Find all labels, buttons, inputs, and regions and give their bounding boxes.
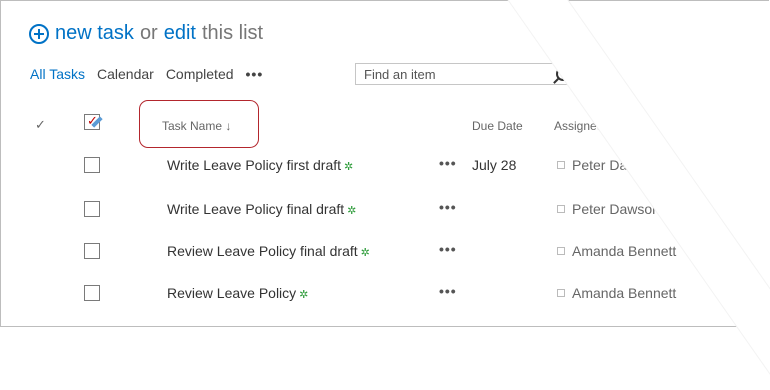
presence-icon: [557, 161, 565, 169]
new-item-icon: ✲: [299, 289, 309, 301]
column-header-task-name[interactable]: Task Name ↓: [162, 119, 231, 133]
presence-icon: [557, 205, 565, 213]
assigned-person[interactable]: Amanda Bennett: [557, 243, 676, 259]
edit-list-link[interactable]: edit: [164, 22, 196, 45]
presence-icon: [557, 289, 565, 297]
new-task-link[interactable]: new task: [55, 22, 134, 45]
task-title-link[interactable]: Review Leave Policy final draft ✲: [167, 243, 370, 259]
assigned-person[interactable]: Amanda Bennett: [557, 285, 676, 301]
column-header-due-date[interactable]: Due Date: [472, 119, 523, 133]
or-text: or: [139, 22, 158, 44]
view-all-tasks[interactable]: All Tasks: [30, 66, 85, 82]
add-circle-icon[interactable]: [29, 23, 49, 44]
new-item-icon: ✲: [360, 247, 370, 259]
view-completed[interactable]: Completed: [166, 66, 234, 82]
row-checkbox[interactable]: [84, 157, 100, 173]
assigned-person[interactable]: Peter Dawson: [557, 201, 660, 217]
new-item-icon: ✲: [344, 161, 354, 173]
item-menu-button[interactable]: •••: [439, 155, 457, 171]
item-menu-button[interactable]: •••: [439, 199, 457, 215]
task-title-link[interactable]: Write Leave Policy first draft ✲: [167, 157, 353, 173]
task-title-link[interactable]: Review Leave Policy ✲: [167, 285, 308, 301]
list-header: new task or edit this list: [29, 22, 269, 45]
more-views-button[interactable]: •••: [246, 66, 264, 82]
search-input[interactable]: [356, 64, 544, 84]
table-row: Review Leave Policy ✲ ••• Amanda Bennett: [0, 283, 770, 325]
row-checkbox[interactable]: [84, 285, 100, 301]
checkmark-column-icon: ✓: [35, 117, 46, 132]
this-list-text: this list: [201, 22, 264, 44]
due-date: July 28: [472, 157, 517, 173]
task-title-link[interactable]: Write Leave Policy final draft ✲: [167, 201, 356, 217]
view-selector: All Tasks Calendar Completed •••: [30, 66, 263, 82]
select-all-checkbox[interactable]: ✓: [84, 113, 103, 130]
table-row: Review Leave Policy final draft ✲ ••• Ama…: [0, 241, 770, 283]
view-calendar[interactable]: Calendar: [97, 66, 154, 82]
item-menu-button[interactable]: •••: [439, 241, 457, 257]
row-checkbox[interactable]: [84, 201, 100, 217]
row-checkbox[interactable]: [84, 243, 100, 259]
new-item-icon: ✲: [347, 205, 357, 217]
presence-icon: [557, 247, 565, 255]
item-menu-button[interactable]: •••: [439, 283, 457, 299]
